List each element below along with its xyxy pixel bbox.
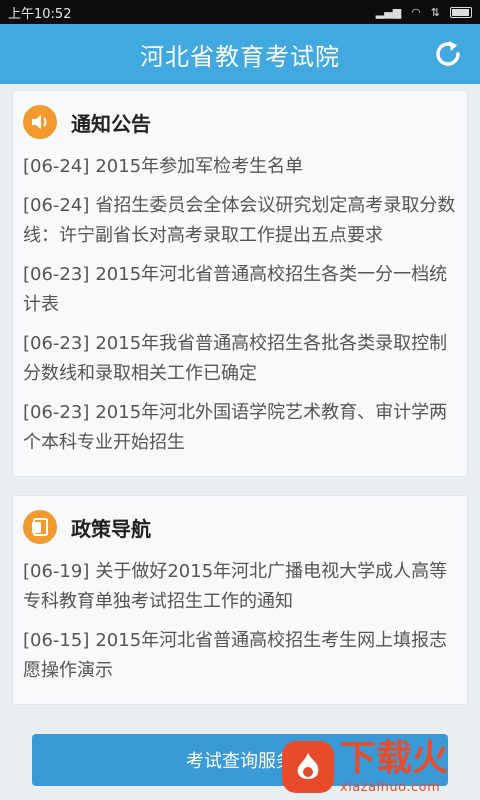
- list-item[interactable]: [06-15] 2015年河北省普通高校招生考生网上填报志愿操作演示: [23, 623, 457, 692]
- data-icon: ⇅: [430, 5, 440, 19]
- refresh-icon: [436, 41, 460, 66]
- status-icons: ▂▄▆ ◠ ⇅: [376, 6, 472, 19]
- news-date: [06-24]: [23, 156, 90, 177]
- news-date: [06-19]: [23, 561, 90, 582]
- policy-title: 政策导航: [71, 516, 151, 541]
- status-bar: 上午10:52 ▂▄▆ ◠ ⇅: [0, 0, 480, 24]
- signal-icon: ▂▄▆: [375, 5, 402, 19]
- refresh-button[interactable]: [430, 36, 466, 72]
- notice-header: 通知公告: [23, 105, 457, 139]
- status-time: 上午10:52: [8, 6, 72, 22]
- title-bar: 河北省教育考试院: [0, 24, 480, 84]
- list-item[interactable]: [06-24] 2015年参加军检考生名单: [23, 149, 457, 188]
- page-title: 河北省教育考试院: [140, 42, 340, 71]
- policy-list: [06-19] 关于做好2015年河北广播电视大学成人高等专科教育单独考试招生工作…: [23, 554, 457, 692]
- policy-section: 政策导航 [06-19] 关于做好2015年河北广播电视大学成人高等专科教育单独考…: [12, 495, 468, 705]
- list-item[interactable]: [06-24] 省招生委员会全体会议研究划定高考录取分数线：许宁副省长对高考录取工…: [23, 188, 457, 257]
- notice-list: [06-24] 2015年参加军检考生名单 [06-24] 省招生委员会全体会议研究…: [23, 149, 457, 464]
- document-icon: [23, 510, 57, 544]
- wifi-icon: ◠: [411, 5, 421, 19]
- speaker-icon: [23, 105, 57, 139]
- news-date: [06-23]: [23, 264, 90, 285]
- watermark-en: xiazaihuo.com: [340, 779, 441, 795]
- watermark-cn: 下载火: [340, 737, 449, 779]
- flame-logo-icon: [282, 741, 334, 793]
- battery-icon: [450, 6, 472, 18]
- notice-section: 通知公告 [06-24] 2015年参加军检考生名单 [06-24] 省招生委员会全…: [12, 90, 468, 477]
- list-item[interactable]: [06-23] 2015年河北省普通高校招生各类一分一档统计表: [23, 257, 457, 326]
- policy-header: 政策导航: [23, 510, 457, 544]
- list-item[interactable]: [06-19] 关于做好2015年河北广播电视大学成人高等专科教育单独考试招生工作…: [23, 554, 457, 623]
- news-date: [06-15]: [23, 630, 90, 651]
- list-item[interactable]: [06-23] 2015年河北外国语学院艺术教育、审计学两个本科专业开始招生: [23, 395, 457, 464]
- content-area[interactable]: 通知公告 [06-24] 2015年参加军检考生名单 [06-24] 省招生委员会全…: [12, 90, 468, 720]
- list-item[interactable]: [06-23] 2015年我省普通高校招生各批各类录取控制分数线和录取相关工作已确…: [23, 326, 457, 395]
- watermark: 下载火 xiazaihuo.com: [282, 734, 480, 800]
- news-date: [06-24]: [23, 195, 90, 216]
- news-text: 2015年参加军检考生名单: [95, 156, 304, 177]
- news-date: [06-23]: [23, 402, 90, 423]
- news-date: [06-23]: [23, 333, 90, 354]
- notice-title: 通知公告: [71, 111, 151, 136]
- watermark-text: 下载火 xiazaihuo.com: [340, 737, 449, 795]
